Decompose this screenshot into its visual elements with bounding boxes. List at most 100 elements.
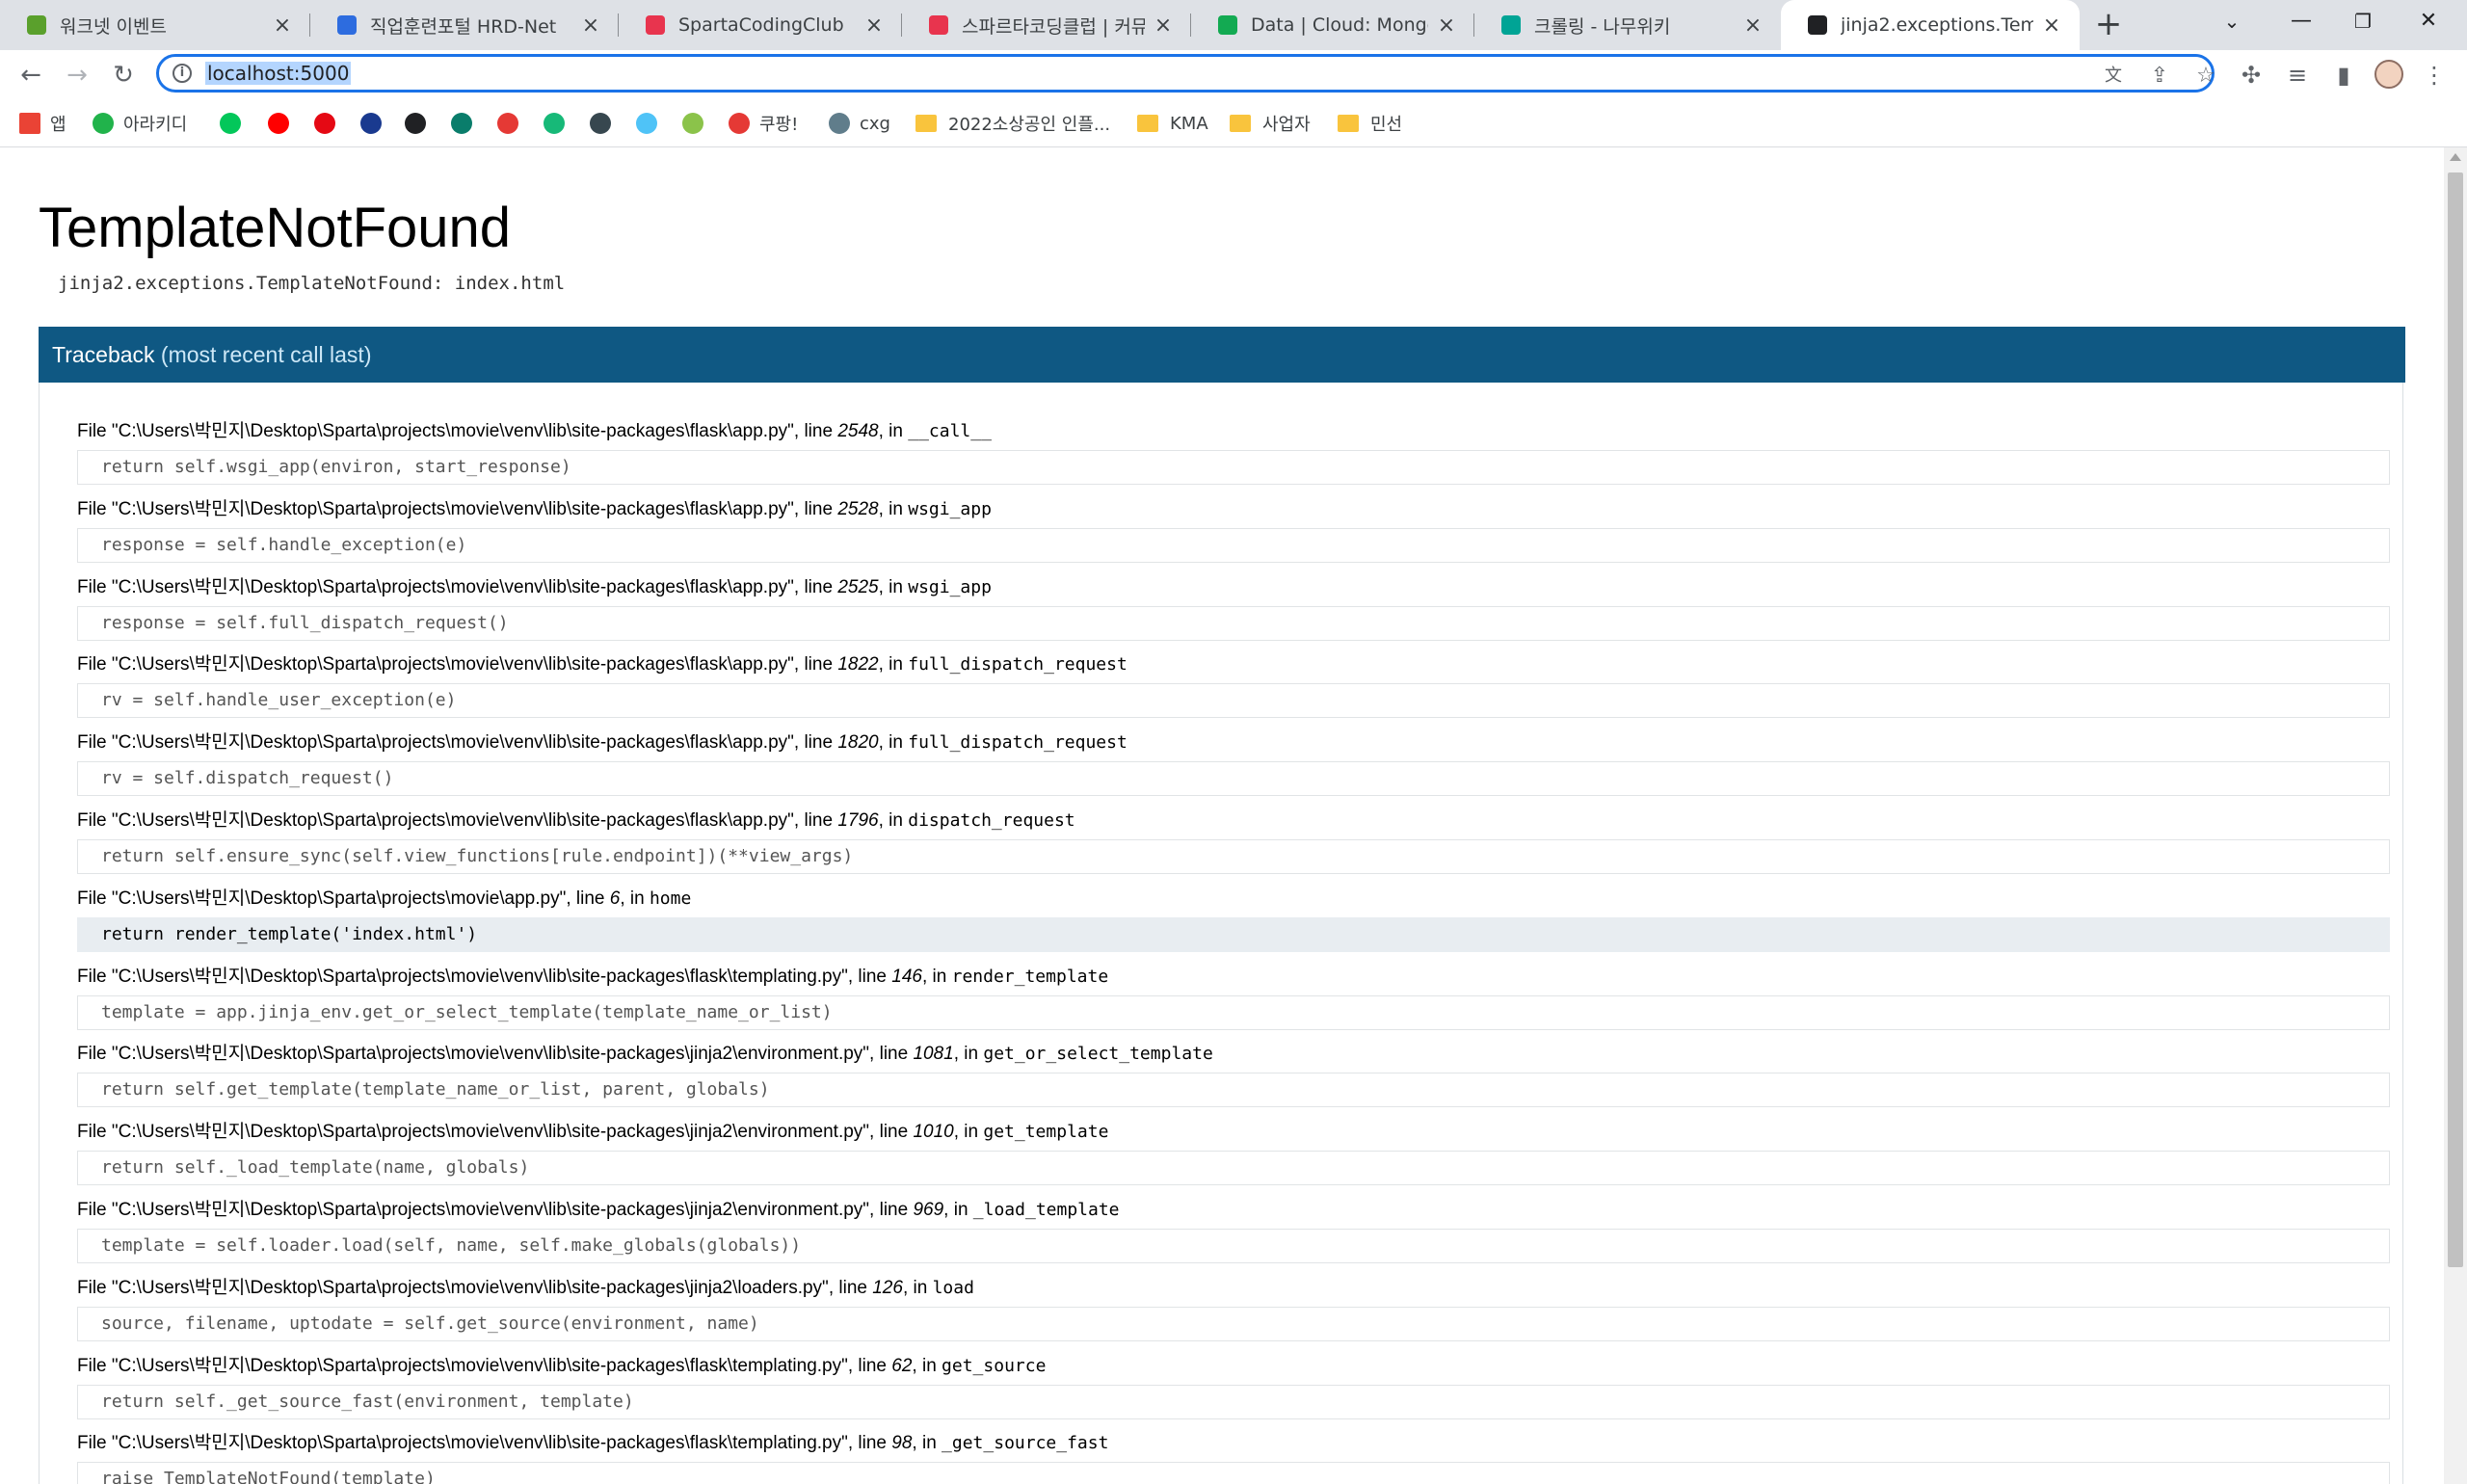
share-icon[interactable]: ⇪: [2146, 63, 2173, 90]
bookmark-item[interactable]: 앱: [19, 110, 66, 137]
traceback-frames: File "C:\Users\박민지\Desktop\Sparta\projec…: [77, 417, 2390, 1484]
new-tab-button[interactable]: +: [2089, 6, 2128, 44]
namuwiki-icon: [1501, 15, 1521, 35]
tab-close-icon[interactable]: ×: [1153, 13, 1174, 38]
frame-source-line[interactable]: response = self.handle_exception(e): [77, 527, 2390, 563]
side-panel-icon[interactable]: ▮: [2326, 58, 2361, 93]
tab-close-icon[interactable]: ×: [863, 13, 885, 38]
minimize-button[interactable]: —: [2270, 0, 2332, 46]
circle-green-icon: [682, 113, 703, 134]
frame-in-word: , in: [878, 498, 909, 519]
traceback-frame: File "C:\Users\박민지\Desktop\Sparta\projec…: [77, 495, 2390, 573]
bookmark-item[interactable]: 쿠팡!: [729, 110, 798, 137]
folder-icon: [915, 115, 937, 132]
frame-source-line[interactable]: return self._load_template(name, globals…: [77, 1151, 2390, 1186]
frame-filename: "C:\Users\박민지\Desktop\Sparta\projects\mo…: [111, 732, 794, 754]
vertical-scrollbar[interactable]: [2444, 147, 2467, 1484]
bookmark-item[interactable]: [268, 110, 299, 137]
frame-line-word: , line: [847, 966, 892, 987]
frame-source-line[interactable]: template = app.jinja_env.get_or_select_t…: [77, 994, 2390, 1030]
terminal-icon: [1808, 15, 1827, 35]
frame-function: __call__: [908, 421, 992, 441]
frame-in-word: , in: [878, 421, 909, 441]
frame-source-line[interactable]: return self.ensure_sync(self.view_functi…: [77, 838, 2390, 874]
bookmark-star-icon[interactable]: ☆: [2192, 63, 2219, 90]
translate-icon[interactable]: 文: [2100, 63, 2127, 90]
frame-source-line[interactable]: rv = self.handle_user_exception(e): [77, 683, 2390, 719]
forward-arrow-icon[interactable]: →: [60, 58, 94, 93]
bookmark-item[interactable]: [220, 110, 251, 137]
close-window-button[interactable]: ✕: [2398, 0, 2459, 46]
profile-avatar[interactable]: [2374, 60, 2403, 89]
scroll-up-arrow-icon[interactable]: [2450, 153, 2461, 161]
tab-close-icon[interactable]: ×: [272, 13, 293, 38]
browser-tab[interactable]: 스파르타코딩클럽 | 커뮤니 ×: [902, 0, 1191, 50]
browser-tab[interactable]: 직업훈련포털 HRD-Net ×: [310, 0, 619, 50]
mongodb-leaf-icon: [1218, 15, 1237, 35]
bookmark-item[interactable]: [451, 110, 482, 137]
bookmark-item[interactable]: [405, 110, 436, 137]
frame-in-word: , in: [878, 732, 909, 754]
bookmark-item[interactable]: [497, 110, 528, 137]
frame-line-number: 2548: [837, 421, 879, 441]
frame-in-word: , in: [878, 809, 909, 831]
frame-source-line[interactable]: return self._get_source_fast(environment…: [77, 1384, 2390, 1419]
frame-location: File "C:\Users\박민지\Desktop\Sparta\projec…: [77, 807, 2390, 835]
browser-tab[interactable]: jinja2.exceptions.Template ×: [1781, 0, 2080, 50]
frame-location: File "C:\Users\박민지\Desktop\Sparta\projec…: [77, 1429, 2390, 1458]
frame-in-word: , in: [878, 654, 909, 676]
frame-file-prefix: File: [77, 732, 112, 754]
browser-tab[interactable]: Data | Cloud: MongoDB C ×: [1191, 0, 1474, 50]
site-info-icon[interactable]: i: [172, 64, 192, 83]
bookmark-item[interactable]: 민선: [1338, 110, 1402, 137]
bookmark-item[interactable]: [682, 110, 713, 137]
bookmark-item[interactable]: 2022소상공인 인플...: [915, 110, 1110, 137]
bookmark-item[interactable]: [314, 110, 345, 137]
error-message: jinja2.exceptions.TemplateNotFound: inde…: [58, 273, 566, 294]
frame-file-prefix: File: [77, 1355, 112, 1376]
address-bar[interactable]: i localhost:5000 文 ⇪ ☆: [156, 54, 2215, 93]
frame-filename: "C:\Users\박민지\Desktop\Sparta\projects\mo…: [111, 809, 794, 831]
back-arrow-icon[interactable]: ←: [13, 58, 48, 93]
frame-source-line[interactable]: rv = self.dispatch_request(): [77, 761, 2390, 797]
bookmark-item[interactable]: [590, 110, 621, 137]
apps-grid-icon: [19, 113, 40, 134]
media-queue-icon[interactable]: ≡: [2280, 58, 2315, 93]
frame-file-prefix: File: [77, 421, 112, 441]
browser-tab[interactable]: SpartaCodingClub ×: [619, 0, 902, 50]
frame-source-line[interactable]: return self.get_template(template_name_o…: [77, 1073, 2390, 1108]
tab-search-icon[interactable]: ⌄: [2201, 0, 2263, 46]
frame-source-line[interactable]: return render_template('index.html'): [77, 916, 2390, 952]
tab-close-icon[interactable]: ×: [580, 13, 601, 38]
scrollbar-thumb[interactable]: [2448, 172, 2463, 1267]
tab-close-icon[interactable]: ×: [2041, 13, 2062, 38]
frame-line-number: 1081: [913, 1044, 954, 1065]
extensions-puzzle-icon[interactable]: ✣: [2234, 58, 2268, 93]
browser-tab[interactable]: 워크넷 이벤트 ×: [0, 0, 310, 50]
frame-source-line[interactable]: template = self.loader.load(self, name, …: [77, 1228, 2390, 1263]
bookmark-item[interactable]: cxg: [829, 110, 890, 137]
frame-line-number: 1822: [837, 654, 879, 676]
frame-function: render_template: [951, 966, 1109, 987]
bookmark-item[interactable]: 사업자: [1230, 110, 1311, 137]
frame-source-line[interactable]: response = self.full_dispatch_request(): [77, 605, 2390, 641]
traceback-frame: File "C:\Users\박민지\Desktop\Sparta\projec…: [77, 729, 2390, 807]
frame-source-line[interactable]: raise TemplateNotFound(template): [77, 1462, 2390, 1484]
frame-source-line[interactable]: source, filename, uptodate = self.get_so…: [77, 1306, 2390, 1341]
reload-icon[interactable]: ↻: [106, 58, 141, 93]
restore-button[interactable]: ❐: [2332, 0, 2394, 46]
traceback-frame: File "C:\Users\박민지\Desktop\Sparta\projec…: [77, 963, 2390, 1041]
bookmark-item[interactable]: KMA: [1137, 110, 1208, 137]
bookmark-item[interactable]: [544, 110, 574, 137]
traceback-frame: File "C:\Users\박민지\Desktop\Sparta\projec…: [77, 807, 2390, 885]
browser-tab[interactable]: 크롤링 - 나무위키 ×: [1474, 0, 1781, 50]
bookmark-item[interactable]: [636, 110, 667, 137]
bookmark-item[interactable]: [360, 110, 391, 137]
address-url[interactable]: localhost:5000: [205, 62, 352, 85]
frame-source-line[interactable]: return self.wsgi_app(environ, start_resp…: [77, 450, 2390, 485]
tab-close-icon[interactable]: ×: [1436, 13, 1457, 38]
more-menu-icon[interactable]: ⋮: [2417, 58, 2452, 93]
bookmark-item[interactable]: 아라키디: [93, 110, 187, 137]
tab-close-icon[interactable]: ×: [1742, 13, 1764, 38]
naver-icon: [220, 113, 241, 134]
